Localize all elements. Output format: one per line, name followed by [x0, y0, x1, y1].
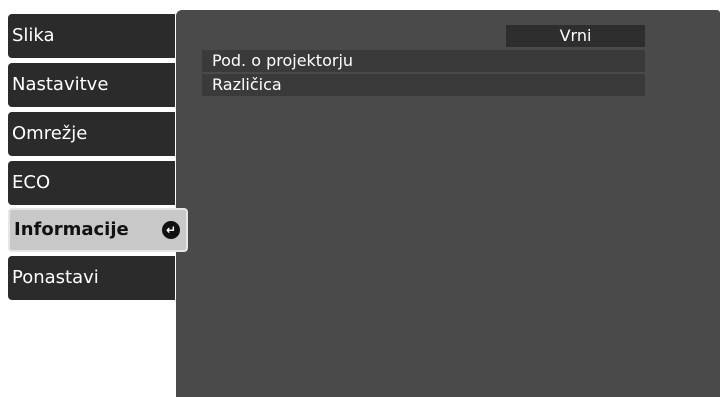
main-menu: Slika Nastavitve Omrežje ECO Informacije…: [0, 0, 200, 397]
menu-item-omrezje[interactable]: Omrežje: [8, 112, 175, 156]
menu-item-ponastavi[interactable]: Ponastavi: [8, 256, 175, 300]
submenu-item-label: Različica: [212, 75, 282, 94]
menu-item-label: Informacije: [14, 219, 129, 240]
menu-item-label: ECO: [12, 172, 51, 193]
menu-item-label: Slika: [12, 25, 55, 46]
menu-item-slika[interactable]: Slika: [8, 14, 175, 58]
menu-item-label: Ponastavi: [12, 267, 99, 288]
submenu-item-projector-info[interactable]: Pod. o projektorju: [202, 50, 645, 72]
submenu-panel: Vrni Pod. o projektorju Različica: [176, 10, 720, 397]
menu-item-informacije[interactable]: Informacije ↵: [8, 208, 188, 252]
back-button[interactable]: Vrni: [506, 25, 645, 47]
enter-icon: ↵: [162, 221, 180, 239]
menu-item-label: Omrežje: [12, 123, 88, 144]
projector-menu-screen: Slika Nastavitve Omrežje ECO Informacije…: [0, 0, 720, 397]
menu-item-eco[interactable]: ECO: [8, 161, 175, 205]
menu-item-nastavitve[interactable]: Nastavitve: [8, 63, 175, 107]
submenu-item-version[interactable]: Različica: [202, 74, 645, 96]
submenu-item-label: Pod. o projektorju: [212, 51, 354, 70]
menu-item-label: Nastavitve: [12, 74, 109, 95]
